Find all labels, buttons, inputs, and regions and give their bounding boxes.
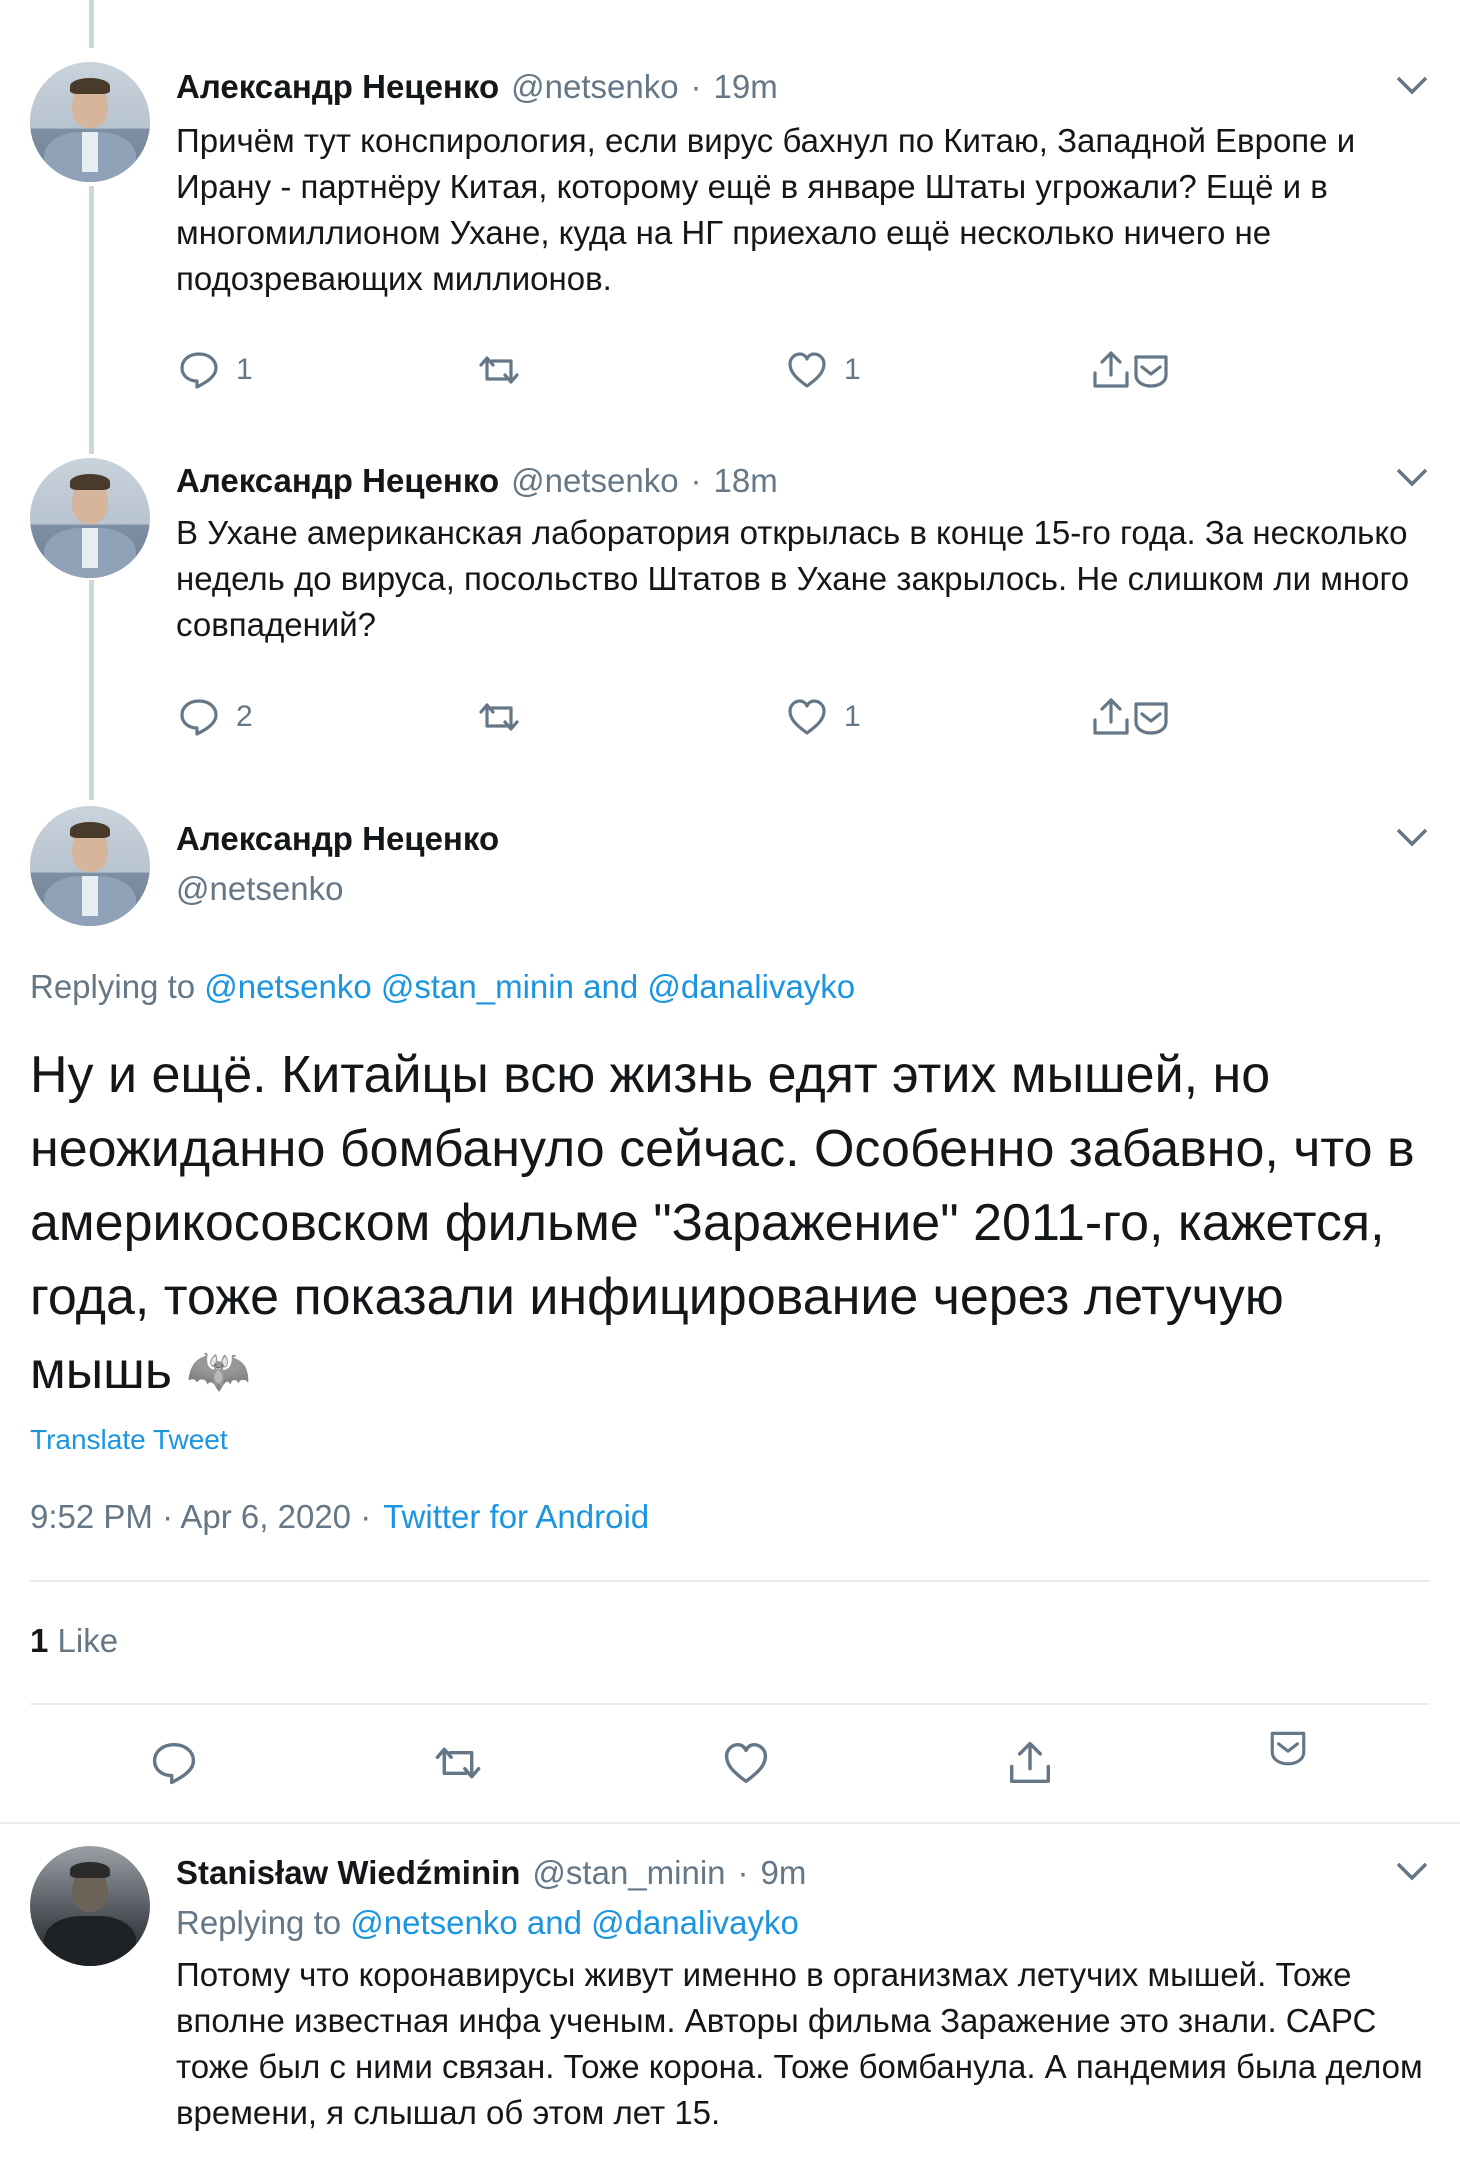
retweet-button[interactable] bbox=[478, 345, 520, 395]
timestamp[interactable]: 9:52 PM · Apr 6, 2020 · bbox=[30, 1498, 371, 1536]
share-button[interactable] bbox=[1090, 692, 1172, 742]
reply-button[interactable]: 1 bbox=[178, 345, 253, 395]
retweet-icon bbox=[435, 1747, 481, 1779]
tweet-text: Потому что коронавирусы живут именно в о… bbox=[176, 1956, 1423, 2131]
reply-count: 2 bbox=[236, 700, 253, 733]
author-name[interactable]: Stanisław Wiedźminin bbox=[176, 1854, 520, 1892]
reply-icon bbox=[152, 1743, 196, 1785]
heart-icon bbox=[724, 1743, 768, 1783]
separator: · bbox=[690, 462, 702, 499]
retweet-button[interactable] bbox=[434, 1738, 482, 1788]
timestamp[interactable]: 9m bbox=[761, 1854, 807, 1892]
dm-button[interactable] bbox=[1266, 1722, 1310, 1772]
author-name[interactable]: Александр Неценко bbox=[176, 820, 499, 858]
share-button[interactable] bbox=[1090, 345, 1172, 395]
separator: · bbox=[690, 68, 702, 105]
replying-to-handles[interactable]: @netsenko @stan_minin and @danalivayko bbox=[204, 968, 855, 1005]
avatar[interactable] bbox=[30, 62, 150, 182]
author-name[interactable]: Александр Неценко bbox=[176, 68, 499, 106]
translate-tweet-link[interactable]: Translate Tweet bbox=[30, 1424, 228, 1456]
author-handle[interactable]: @netsenko bbox=[511, 68, 678, 106]
tweet-source-link[interactable]: Twitter for Android bbox=[383, 1498, 649, 1536]
like-stat-label: Like bbox=[57, 1622, 119, 1659]
timestamp[interactable]: 19m bbox=[714, 68, 778, 106]
tweet-text: Причём тут конспирология, если вирус бах… bbox=[176, 122, 1356, 297]
bat-emoji: 🦇 bbox=[186, 1342, 252, 1400]
divider bbox=[0, 1822, 1460, 1824]
avatar[interactable] bbox=[30, 1846, 150, 1966]
thread-line bbox=[89, 186, 94, 454]
heart-icon bbox=[788, 352, 826, 388]
reply-icon bbox=[180, 699, 218, 736]
chevron-down-icon[interactable] bbox=[1392, 822, 1432, 852]
avatar[interactable] bbox=[30, 806, 150, 926]
share-button[interactable] bbox=[1006, 1738, 1054, 1788]
chevron-down-icon[interactable] bbox=[1392, 70, 1432, 100]
like-count: 1 bbox=[844, 353, 861, 386]
reply-count: 1 bbox=[236, 353, 253, 386]
chevron-down-icon[interactable] bbox=[1392, 462, 1432, 492]
author-handle[interactable]: @netsenko bbox=[176, 870, 343, 908]
replying-prefix: Replying to bbox=[30, 968, 196, 1005]
main-tweet-text: Ну и ещё. Китайцы всю жизнь едят этих мы… bbox=[30, 1038, 1440, 1408]
author-name[interactable]: Александр Неценко bbox=[176, 462, 499, 500]
share-icon bbox=[1093, 698, 1129, 735]
author-handle[interactable]: @netsenko bbox=[511, 462, 678, 500]
like-button[interactable] bbox=[722, 1738, 770, 1788]
dm-icon bbox=[1270, 1731, 1306, 1766]
tweet-text: В Ухане американская лаборатория открыла… bbox=[176, 514, 1410, 643]
twitter-thread: Александр Неценко @netsenko · 19m Причём… bbox=[0, 0, 1460, 2169]
dm-icon bbox=[1134, 355, 1168, 388]
retweet-icon bbox=[479, 356, 519, 384]
tweet-header: Stanisław Wiedźminin @stan_minin · 9m bbox=[176, 1854, 806, 1892]
timestamp[interactable]: 18m bbox=[714, 462, 778, 500]
like-button[interactable]: 1 bbox=[786, 345, 861, 395]
divider bbox=[30, 1580, 1430, 1582]
retweet-icon bbox=[479, 703, 519, 731]
like-stats[interactable]: 1 Like bbox=[30, 1622, 118, 1660]
author-handle[interactable]: @stan_minin bbox=[532, 1854, 725, 1892]
tweet-header: Александр Неценко @netsenko · 19m bbox=[176, 68, 778, 106]
share-icon bbox=[1010, 1741, 1050, 1783]
divider bbox=[30, 1703, 1430, 1705]
avatar[interactable] bbox=[30, 458, 150, 578]
retweet-button[interactable] bbox=[478, 692, 520, 742]
separator: · bbox=[737, 1854, 749, 1891]
tweet-header: Александр Неценко @netsenko · 18m bbox=[176, 462, 778, 500]
like-count: 1 bbox=[844, 700, 861, 733]
like-stat-count: 1 bbox=[30, 1622, 49, 1659]
thread-line bbox=[89, 0, 94, 48]
chevron-down-icon[interactable] bbox=[1392, 1856, 1432, 1886]
replying-to: Replying to @netsenko and @danalivayko bbox=[176, 1904, 799, 1942]
reply-button[interactable]: 2 bbox=[178, 692, 253, 742]
heart-icon bbox=[788, 699, 826, 735]
thread-line bbox=[89, 580, 94, 800]
replying-to-handles[interactable]: @netsenko and @danalivayko bbox=[350, 1904, 799, 1941]
reply-button[interactable] bbox=[150, 1738, 198, 1788]
share-icon bbox=[1093, 351, 1129, 388]
reply-icon bbox=[180, 352, 218, 389]
replying-to: Replying to @netsenko @stan_minin and @d… bbox=[30, 968, 855, 1006]
replying-prefix: Replying to bbox=[176, 1904, 342, 1941]
like-button[interactable]: 1 bbox=[786, 692, 861, 742]
tweet-timestamp-row: 9:52 PM · Apr 6, 2020 · Twitter for Andr… bbox=[30, 1498, 649, 1536]
dm-icon bbox=[1134, 702, 1168, 735]
